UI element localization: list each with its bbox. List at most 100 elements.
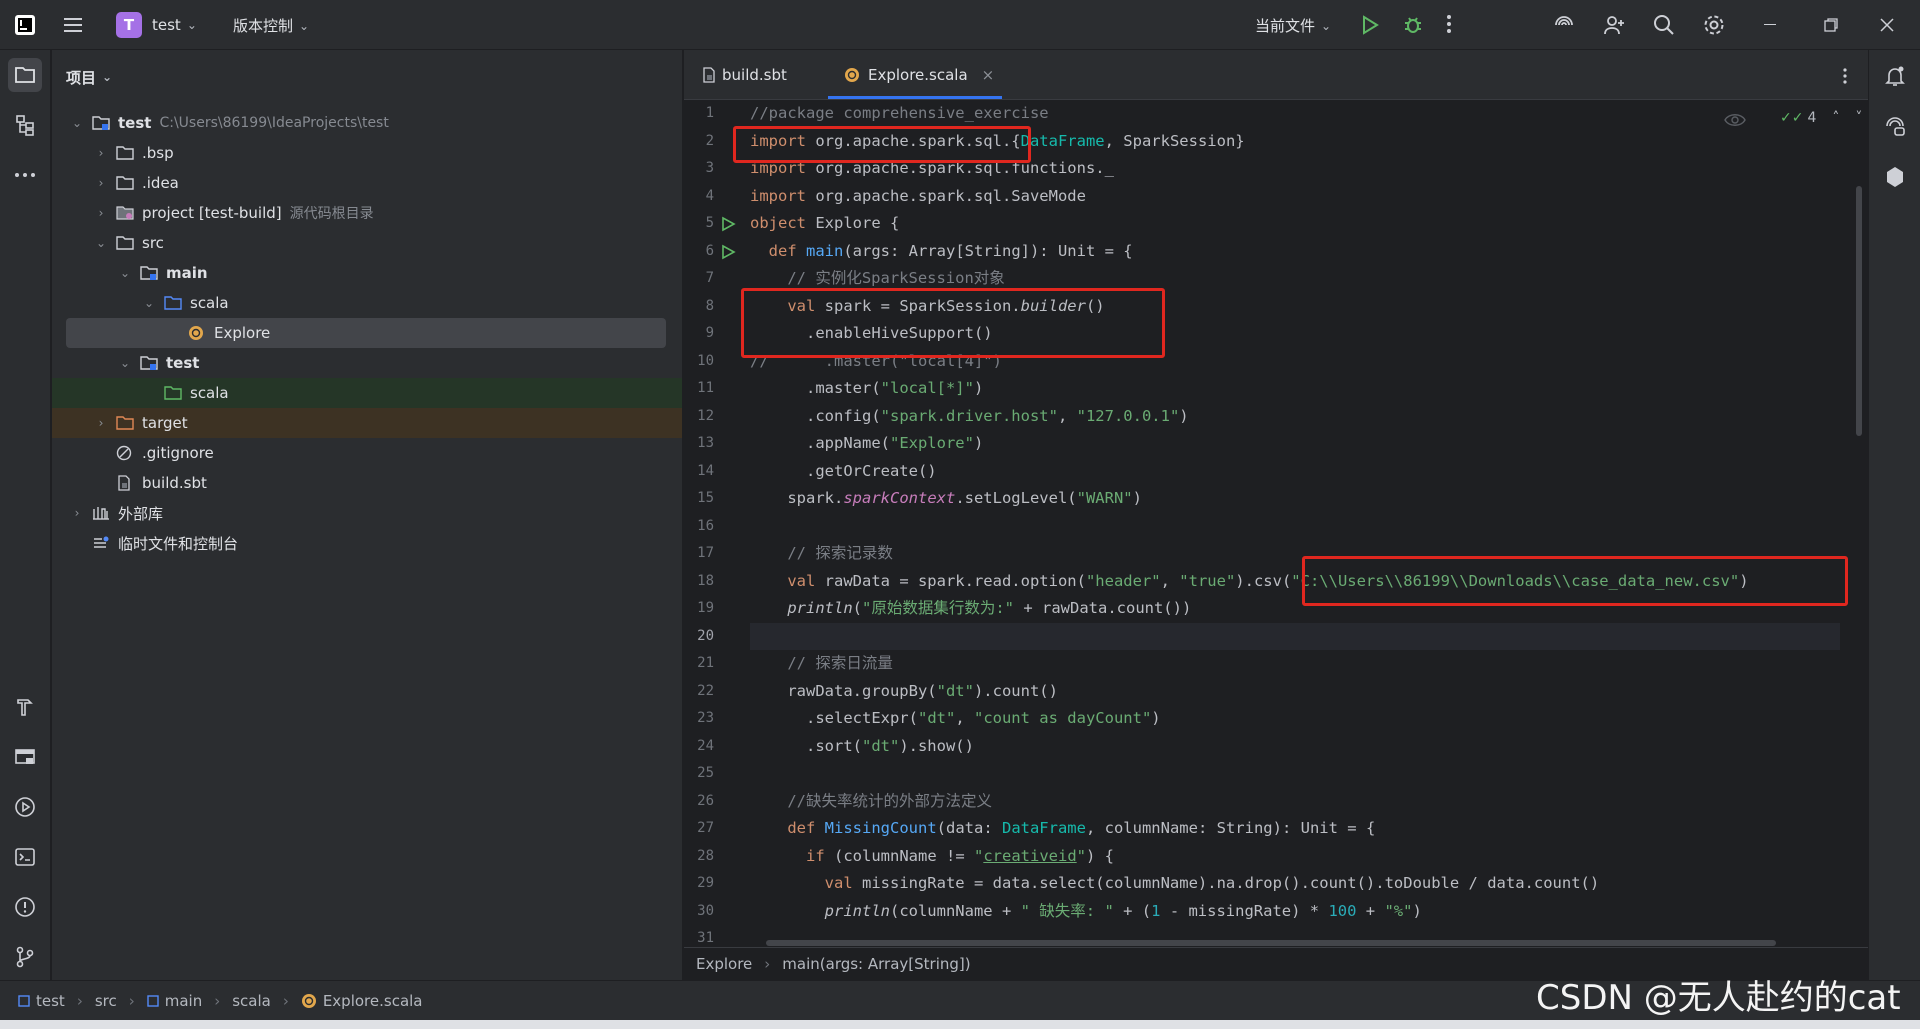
- line-number: 27: [697, 820, 714, 836]
- vcs-menu[interactable]: 版本控制 ⌄: [233, 15, 309, 36]
- chevron-right-icon[interactable]: ›: [94, 416, 108, 430]
- line-number: 23: [697, 710, 714, 726]
- project-panel-header[interactable]: 项目 ⌄: [52, 50, 682, 104]
- services-icon[interactable]: [8, 740, 42, 774]
- code-line: if (columnName != "creativeid") {: [806, 846, 1114, 865]
- line-number: 31: [697, 930, 714, 946]
- run-icon[interactable]: [1360, 14, 1380, 40]
- tree-item-test-root[interactable]: ⌄ test C:\Users\86199\IdeaProjects\test: [52, 108, 682, 138]
- app-logo-icon[interactable]: [14, 14, 36, 36]
- git-branch-icon[interactable]: [8, 940, 42, 974]
- status-path-item[interactable]: main: [165, 992, 202, 1010]
- highlight-box-package: [733, 126, 1031, 163]
- project-tool-icon[interactable]: [8, 58, 42, 92]
- chevron-down-icon[interactable]: ⌄: [142, 296, 156, 310]
- status-path-item[interactable]: test: [36, 992, 65, 1010]
- chevron-right-icon[interactable]: ›: [94, 146, 108, 160]
- module-icon: [147, 994, 159, 1007]
- line-number: 6: [705, 242, 714, 259]
- tree-item-target[interactable]: › target: [52, 408, 682, 438]
- tree-item-src[interactable]: ⌄ src: [52, 228, 682, 258]
- vertical-scrollbar[interactable]: [1856, 186, 1862, 436]
- breadcrumb-item[interactable]: main(args: Array[String]): [782, 955, 970, 973]
- line-number: 20: [697, 627, 714, 644]
- tree-item-scala-main[interactable]: ⌄ scala: [52, 288, 682, 318]
- minimize-window-icon[interactable]: [1764, 24, 1776, 25]
- tree-item-gitignore[interactable]: .gitignore: [52, 438, 682, 468]
- tree-item-label: 临时文件和控制台: [118, 534, 239, 553]
- tree-item-main[interactable]: ⌄ main: [52, 258, 682, 288]
- plugin-hexagon-icon[interactable]: [1885, 166, 1905, 192]
- tree-item-external-libraries[interactable]: › 外部库: [52, 498, 682, 528]
- add-user-icon[interactable]: [1602, 13, 1626, 41]
- breadcrumb-item[interactable]: Explore: [696, 955, 752, 973]
- chevron-down-icon[interactable]: ⌄: [94, 236, 108, 250]
- project-switcher[interactable]: T test ⌄: [116, 12, 197, 38]
- tab-options-icon[interactable]: [1842, 67, 1848, 89]
- chevron-down-icon[interactable]: ⌄: [70, 116, 84, 130]
- chevron-right-icon: ›: [214, 991, 221, 1010]
- restore-window-icon[interactable]: [1824, 18, 1838, 36]
- tab-explore-scala[interactable]: Explore.scala ×: [844, 50, 994, 100]
- chevron-right-icon[interactable]: ›: [94, 176, 108, 190]
- tree-item-test[interactable]: ⌄ test: [52, 348, 682, 378]
- code-line: def MissingCount(data: DataFrame, column…: [787, 819, 1376, 837]
- settings-gear-icon[interactable]: [1702, 13, 1726, 41]
- module-folder-icon: [92, 115, 112, 131]
- source-root-folder-icon: [116, 205, 136, 221]
- test-folder-icon: [164, 385, 184, 401]
- code-line: // 探索日流量: [787, 654, 893, 672]
- search-icon[interactable]: [1652, 13, 1676, 41]
- close-tab-icon[interactable]: ×: [982, 66, 995, 84]
- code-line: //package comprehensive_exercise: [750, 104, 1049, 122]
- problems-icon[interactable]: [8, 890, 42, 924]
- line-number: 14: [697, 462, 714, 479]
- status-path-item[interactable]: scala: [232, 992, 271, 1010]
- debug-icon[interactable]: [1402, 13, 1424, 39]
- tree-item-label: scala: [190, 384, 229, 402]
- tree-item-label: scala: [190, 294, 229, 312]
- line-number: 4: [705, 187, 714, 204]
- run-gutter-icon[interactable]: [720, 244, 736, 260]
- chevron-right-icon[interactable]: ›: [94, 206, 108, 220]
- tree-item-explore[interactable]: Explore: [66, 318, 666, 348]
- code-line: rawData.groupBy("dt").count(): [750, 681, 1058, 700]
- line-number: 1: [705, 105, 714, 121]
- horizontal-scrollbar[interactable]: [766, 940, 1776, 946]
- ai-assistant-icon[interactable]: [1552, 13, 1576, 41]
- chevron-down-icon[interactable]: ⌄: [118, 266, 132, 280]
- build-hammer-icon[interactable]: [8, 690, 42, 724]
- chevron-down-icon[interactable]: ⌄: [118, 356, 132, 370]
- status-path-item[interactable]: Explore.scala: [323, 992, 423, 1010]
- more-actions-icon[interactable]: [1446, 13, 1452, 39]
- tree-item-build-sbt[interactable]: build.sbt: [52, 468, 682, 498]
- run-config-selector[interactable]: 当前文件 ⌄: [1255, 15, 1331, 36]
- close-window-icon[interactable]: [1880, 18, 1894, 36]
- line-number: 8: [705, 297, 714, 314]
- chevron-down-icon[interactable]: ˅: [1855, 110, 1862, 126]
- chevron-right-icon: ›: [764, 955, 771, 973]
- tab-build-sbt[interactable]: build.sbt: [702, 50, 787, 100]
- tree-item-label: .gitignore: [142, 444, 214, 462]
- status-path-item[interactable]: src: [95, 992, 117, 1010]
- line-number: 22: [697, 682, 714, 699]
- tree-item-scratches[interactable]: 临时文件和控制台: [52, 528, 682, 558]
- line-number: 3: [705, 160, 714, 176]
- code-area[interactable]: //package comprehensive_exercise import …: [750, 100, 1840, 930]
- tree-item-idea[interactable]: › .idea: [52, 168, 682, 198]
- terminal-icon[interactable]: [8, 840, 42, 874]
- tree-item-scala-test[interactable]: scala: [52, 378, 682, 408]
- chevron-down-icon: ⌄: [186, 18, 197, 32]
- tree-item-project-build[interactable]: › project [test-build] 源代码根目录: [52, 198, 682, 228]
- chevron-right-icon[interactable]: ›: [70, 506, 84, 520]
- tree-item-note: 源代码根目录: [289, 206, 374, 222]
- structure-tool-icon[interactable]: [8, 108, 42, 142]
- notifications-bell-icon[interactable]: [1883, 64, 1907, 92]
- more-tools-icon[interactable]: [8, 158, 42, 192]
- run-tool-icon[interactable]: [8, 790, 42, 824]
- ai-chat-icon[interactable]: [1883, 114, 1907, 142]
- main-menu-icon[interactable]: [62, 14, 84, 36]
- line-number: 21: [697, 655, 714, 671]
- tree-item-bsp[interactable]: › .bsp: [52, 138, 682, 168]
- run-gutter-icon[interactable]: [720, 216, 736, 232]
